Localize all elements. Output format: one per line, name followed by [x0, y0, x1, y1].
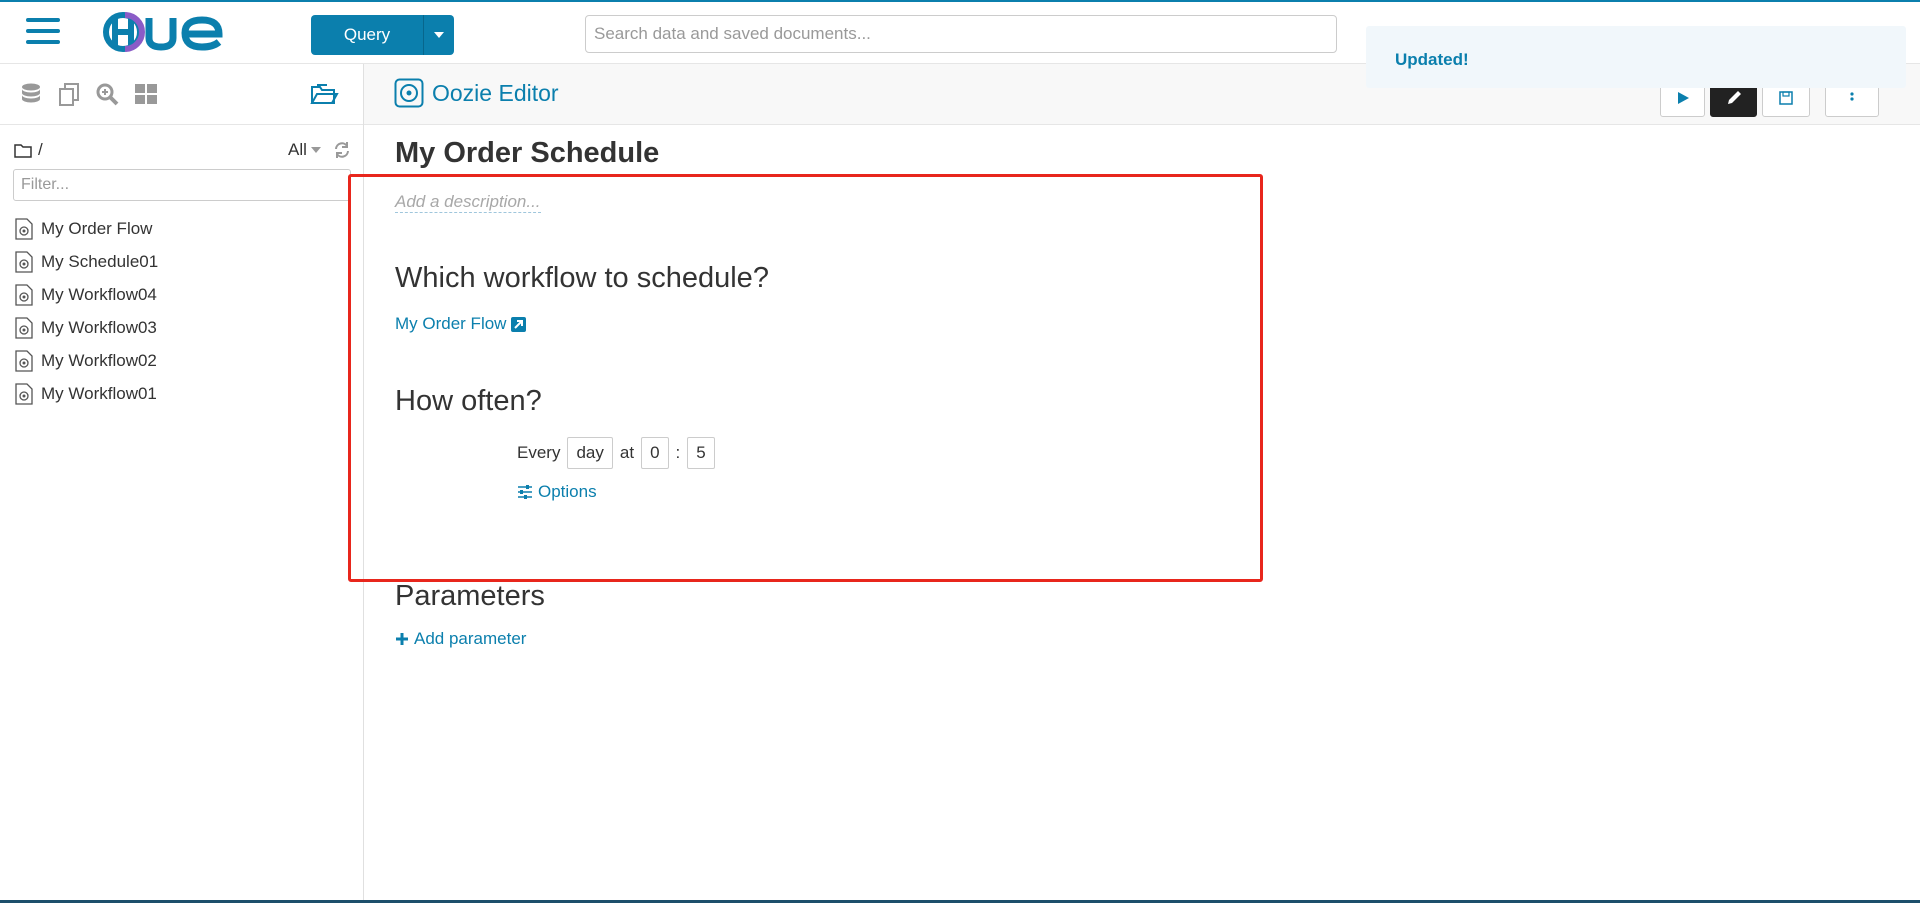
list-item[interactable]: My Workflow04 — [0, 278, 362, 311]
breadcrumb-path: / — [38, 140, 43, 159]
frequency-row: Every day at 0 : 5 — [517, 437, 715, 469]
refresh-icon[interactable] — [333, 141, 351, 159]
frequency-unit-select[interactable]: day — [567, 437, 613, 469]
zoom-search-icon[interactable] — [94, 81, 120, 107]
query-button-group: Query — [311, 15, 454, 55]
breadcrumb[interactable]: / — [14, 140, 43, 160]
document-type-select[interactable]: All — [288, 140, 351, 160]
caret-down-icon — [434, 32, 444, 38]
editor-title: Oozie Editor — [394, 78, 559, 108]
oozie-icon — [394, 78, 424, 108]
global-search-input[interactable] — [585, 15, 1337, 53]
plus-icon — [396, 633, 408, 645]
at-label: at — [619, 443, 635, 462]
hue-logo[interactable] — [103, 12, 227, 52]
hamburger-menu-icon[interactable] — [26, 18, 60, 46]
caret-down-icon — [310, 147, 321, 153]
grid-apps-icon[interactable] — [133, 81, 159, 107]
list-item[interactable]: My Workflow02 — [0, 344, 362, 377]
documents-icon[interactable] — [56, 81, 82, 107]
oozie-document-icon — [15, 316, 33, 339]
hour-select[interactable]: 0 — [641, 437, 669, 469]
vertical-ellipsis-icon — [1850, 92, 1854, 101]
document-name: My Schedule01 — [41, 251, 159, 271]
oozie-document-icon — [15, 349, 33, 372]
parameters-heading: Parameters — [395, 580, 545, 612]
play-icon — [1677, 92, 1689, 104]
toast-message: Updated! — [1395, 50, 1469, 69]
sliders-icon — [518, 485, 532, 499]
workflow-link[interactable]: My Order Flow — [395, 314, 527, 334]
document-name: My Workflow03 — [41, 317, 157, 337]
list-item[interactable]: My Schedule01 — [0, 245, 362, 278]
notification-toast[interactable]: Updated! — [1366, 26, 1906, 88]
description-field[interactable]: Add a description... — [395, 192, 541, 213]
left-sidebar: / All My Order Flow My Schedule01 My Wor… — [0, 64, 364, 903]
document-name: My Order Flow — [41, 218, 153, 238]
query-button[interactable]: Query — [311, 15, 424, 55]
list-item[interactable]: My Workflow03 — [0, 311, 362, 344]
sidebar-toolbar — [0, 64, 363, 125]
database-icon[interactable] — [18, 81, 44, 107]
document-name: My Workflow01 — [41, 383, 157, 403]
oozie-document-icon — [15, 283, 33, 306]
add-parameter-label: Add parameter — [414, 629, 527, 648]
editor-title-text: Oozie Editor — [432, 79, 559, 106]
time-separator: : — [675, 443, 681, 462]
options-link[interactable]: Options — [517, 482, 597, 502]
document-name: My Workflow04 — [41, 284, 157, 304]
document-list: My Order Flow My Schedule01 My Workflow0… — [0, 212, 362, 410]
oozie-document-icon — [15, 217, 33, 240]
minute-select[interactable]: 5 — [687, 437, 715, 469]
every-label: Every — [517, 443, 561, 462]
document-name: My Workflow02 — [41, 350, 157, 370]
frequency-heading: How often? — [395, 385, 542, 417]
folder-icon — [14, 143, 32, 158]
document-type-value: All — [288, 140, 307, 159]
highlight-annotation-box — [348, 174, 1263, 582]
list-item[interactable]: My Workflow01 — [0, 377, 362, 410]
schedule-name[interactable]: My Order Schedule — [395, 137, 659, 170]
filter-input[interactable] — [13, 169, 351, 201]
external-link-icon — [511, 316, 527, 332]
query-dropdown-toggle[interactable] — [424, 15, 454, 55]
oozie-document-icon — [15, 250, 33, 273]
workflow-heading: Which workflow to schedule? — [395, 262, 769, 294]
add-parameter-button[interactable]: Add parameter — [395, 629, 526, 649]
pencil-icon — [1727, 91, 1741, 104]
list-item[interactable]: My Order Flow — [0, 212, 362, 245]
folder-open-icon[interactable] — [309, 81, 339, 107]
options-label: Options — [538, 482, 597, 501]
oozie-document-icon — [15, 382, 33, 405]
workflow-link-text: My Order Flow — [395, 314, 507, 333]
floppy-icon — [1779, 91, 1793, 105]
